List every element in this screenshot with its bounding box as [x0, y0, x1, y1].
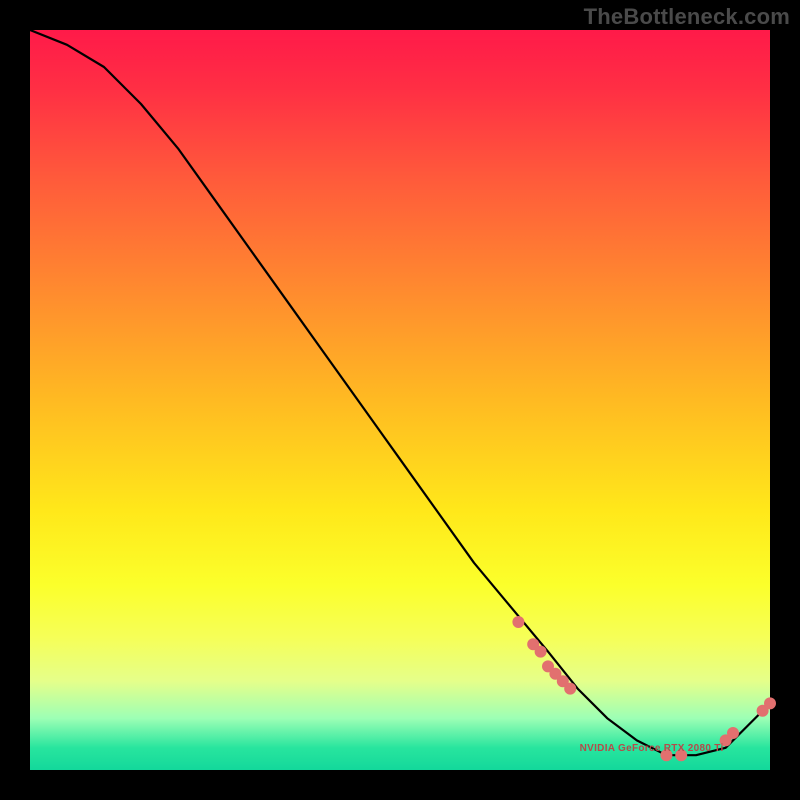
marker-dot [513, 617, 524, 628]
curve-label: NVIDIA GeForce RTX 2080 Ti [580, 743, 724, 754]
marker-dot [728, 728, 739, 739]
bottleneck-curve [30, 30, 770, 755]
chart-svg: NVIDIA GeForce RTX 2080 Ti [30, 30, 770, 770]
marker-dot [535, 646, 546, 657]
plot-area: NVIDIA GeForce RTX 2080 Ti [30, 30, 770, 770]
marker-dot [765, 698, 776, 709]
chart-stage: TheBottleneck.com NVIDIA GeForce RTX 208… [0, 0, 800, 800]
marker-group [513, 617, 776, 761]
marker-dot [565, 683, 576, 694]
watermark-text: TheBottleneck.com [584, 4, 790, 30]
